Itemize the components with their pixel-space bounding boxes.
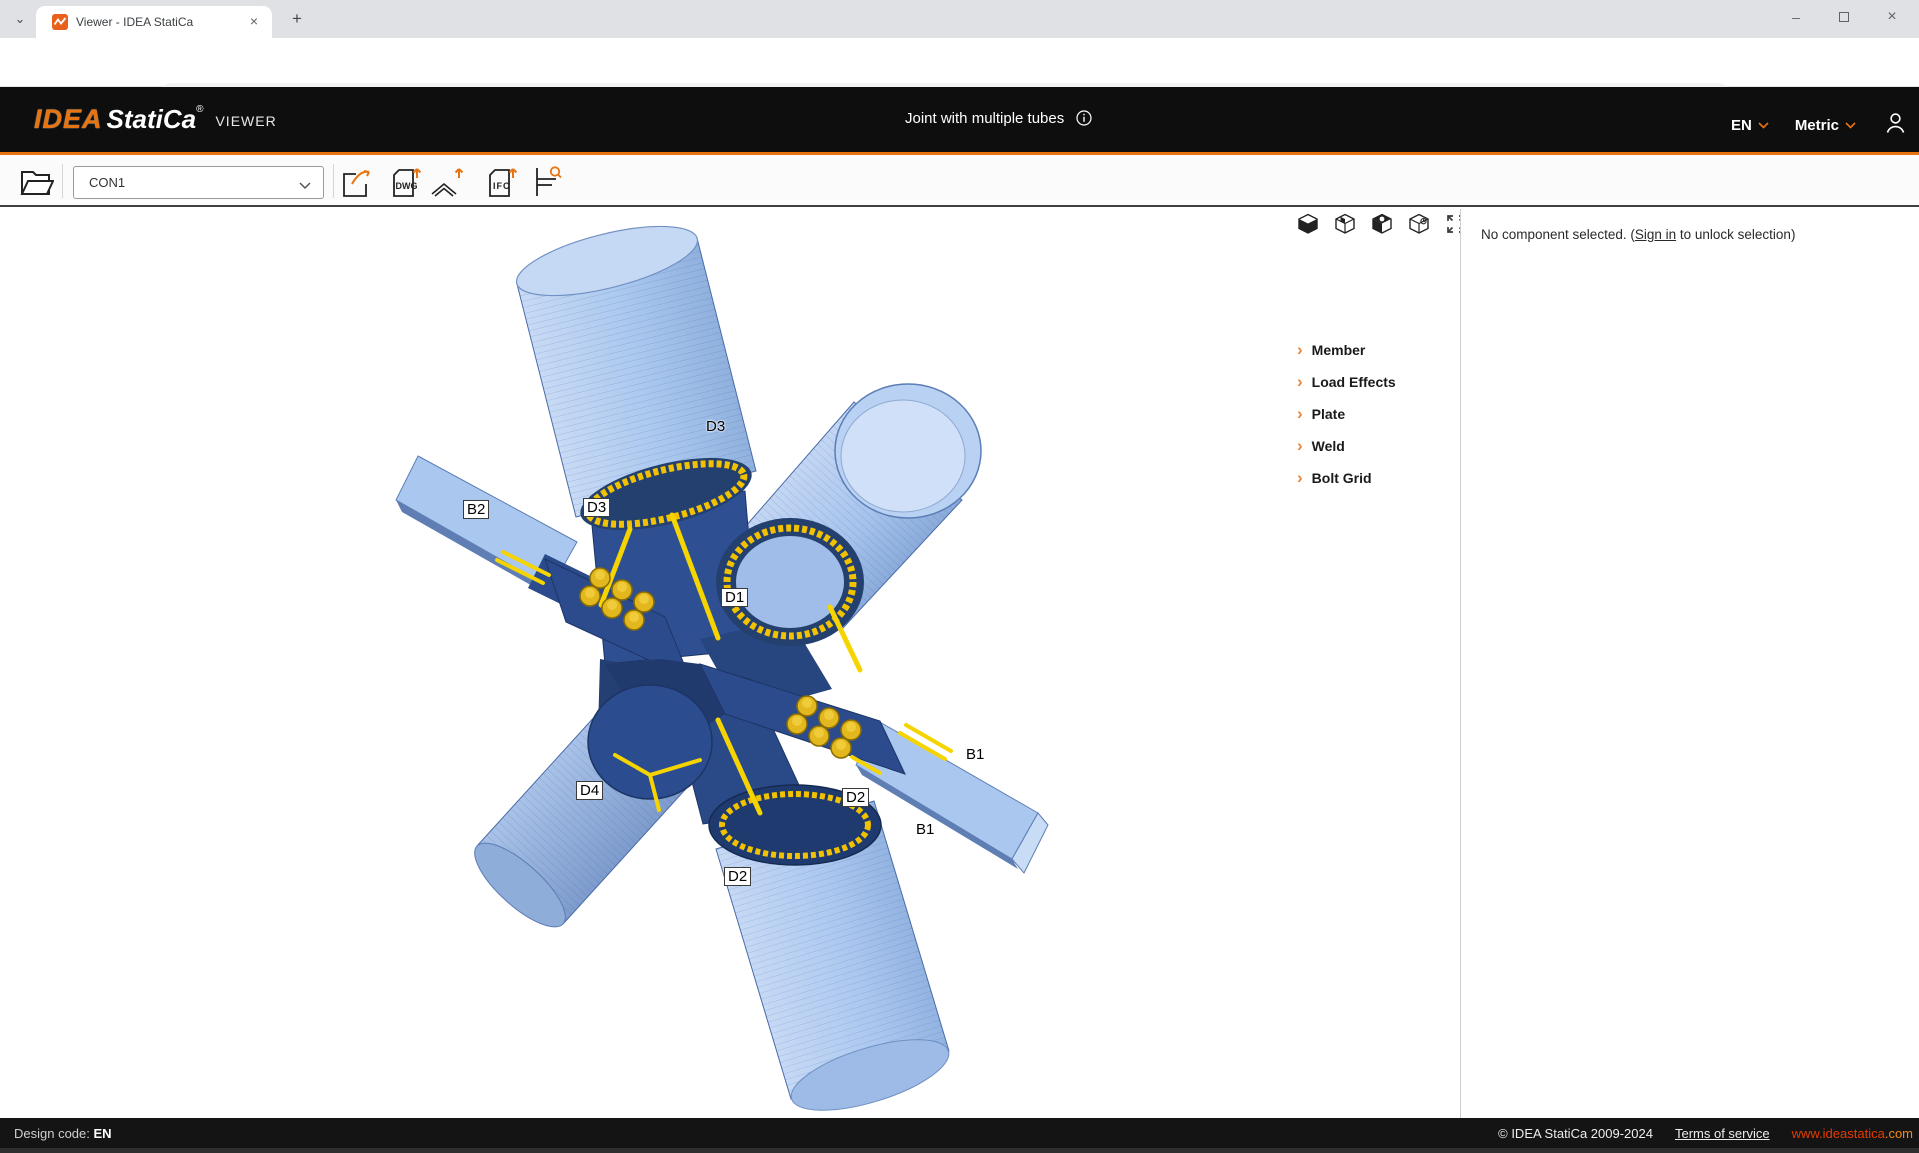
- model-label-d3: D3: [583, 498, 610, 517]
- chevron-right-icon: ›: [1297, 470, 1303, 486]
- copyright-text: © IDEA StatiCa 2009-2024: [1498, 1126, 1653, 1141]
- idea-statica-favicon: [52, 14, 68, 30]
- units-dropdown[interactable]: Metric: [1795, 117, 1856, 134]
- window-minimize-button[interactable]: –: [1773, 0, 1819, 36]
- website-main: www.ideastatica: [1792, 1126, 1885, 1141]
- view-cube-front-icon[interactable]: [1333, 212, 1357, 236]
- properties-panel: No component selected. (Sign in to unloc…: [1460, 209, 1919, 1118]
- export-ifc-icon[interactable]: IFC: [482, 166, 518, 198]
- idea-statica-logo[interactable]: IDEAStatiCa® VIEWER: [34, 104, 277, 134]
- app-header: IDEAStatiCa® VIEWER Joint with multiple t…: [0, 87, 1919, 152]
- model-label-b2: B2: [463, 500, 489, 519]
- window-close-button[interactable]: ×: [1869, 0, 1915, 36]
- toolbar-divider: [333, 164, 334, 198]
- section-item-bolt-grid[interactable]: › Bolt Grid: [1297, 462, 1447, 494]
- section-item-plate[interactable]: › Plate: [1297, 398, 1447, 430]
- open-project-folder-icon[interactable]: [20, 166, 54, 197]
- logo-idea: IDEA: [34, 104, 103, 134]
- terms-of-service-link[interactable]: Terms of service: [1675, 1126, 1770, 1141]
- model-label-d2: D2: [724, 867, 751, 886]
- model-label-d3: D3: [706, 418, 725, 435]
- chevron-down-icon: [1758, 122, 1769, 129]
- export-dwg-icon[interactable]: DWG: [386, 166, 422, 198]
- model-label-b1: B1: [966, 746, 984, 763]
- model-label-d2: D2: [842, 788, 869, 807]
- user-account-icon[interactable]: [1884, 111, 1907, 139]
- chevron-down-icon: [1845, 122, 1856, 129]
- model-label-b1: B1: [916, 821, 934, 838]
- ifc-label: IFC: [493, 181, 511, 191]
- design-code-value: EN: [94, 1126, 112, 1141]
- ideastatica-website-link[interactable]: www.ideastatica.com: [1792, 1126, 1913, 1141]
- model-3d-viewport[interactable]: D3 D3 B2 D1 B1 D4 D2 B1 D2: [0, 209, 1460, 1118]
- selection-status: No component selected. (Sign in to unloc…: [1481, 227, 1795, 242]
- model-label-d1: D1: [721, 588, 748, 607]
- toolbar-divider: [62, 164, 63, 198]
- window-maximize-button[interactable]: [1821, 0, 1867, 36]
- section-list: › Member › Load Effects › Plate › Weld › Bolt Gri…: [1297, 334, 1447, 494]
- status-text: to unlock selection): [1676, 227, 1795, 242]
- language-value: EN: [1731, 117, 1752, 134]
- project-title: Joint with multiple tubes: [905, 110, 1092, 130]
- logo-registered-mark: ®: [196, 104, 203, 115]
- section-item-member[interactable]: › Member: [1297, 334, 1447, 366]
- browser-tab[interactable]: Viewer - IDEA StatiCa ×: [36, 6, 272, 38]
- new-tab-button[interactable]: +: [286, 8, 308, 30]
- tab-close-icon[interactable]: ×: [246, 14, 262, 30]
- tab-title: Viewer - IDEA StatiCa: [76, 15, 246, 29]
- design-code: Design code: EN: [14, 1126, 112, 1141]
- app-toolbar: CON1 DWG IFC: [0, 155, 1919, 207]
- export-weld-icon[interactable]: [430, 166, 470, 198]
- section-label: Weld: [1312, 438, 1345, 454]
- browser-tab-strip: ⌄ Viewer - IDEA StatiCa × + – ×: [0, 0, 1919, 38]
- tab-search-button[interactable]: ⌄: [8, 8, 32, 32]
- section-item-weld[interactable]: › Weld: [1297, 430, 1447, 462]
- language-dropdown[interactable]: EN: [1731, 117, 1769, 134]
- section-label: Load Effects: [1312, 374, 1396, 390]
- logo-statica: StatiCa: [107, 104, 197, 134]
- info-icon[interactable]: [1076, 110, 1092, 130]
- app-footer: Design code: EN © IDEA StatiCa 2009-2024…: [0, 1118, 1919, 1153]
- project-title-text: Joint with multiple tubes: [905, 110, 1064, 127]
- browser-url-row: ← → ↻ ⌂ viewer.ideastatica.com/project/c…: [0, 38, 1919, 87]
- connection-select-value: CON1: [89, 175, 125, 190]
- section-item-load-effects[interactable]: › Load Effects: [1297, 366, 1447, 398]
- section-label: Plate: [1312, 406, 1345, 422]
- view-cube-top-icon[interactable]: [1370, 212, 1394, 236]
- units-value: Metric: [1795, 117, 1839, 134]
- dwg-label: DWG: [396, 181, 418, 191]
- chevron-down-icon: [299, 177, 311, 195]
- footer-links: © IDEA StatiCa 2009-2024 Terms of servic…: [1498, 1126, 1913, 1141]
- chevron-right-icon: ›: [1297, 406, 1303, 422]
- website-tld: .com: [1885, 1126, 1913, 1141]
- inspect-detail-icon[interactable]: [530, 166, 566, 198]
- logo-product-name: VIEWER: [215, 113, 276, 129]
- sign-in-link[interactable]: Sign in: [1635, 227, 1676, 242]
- status-text: No component selected. (: [1481, 227, 1635, 242]
- view-cube-side-icon[interactable]: [1407, 212, 1431, 236]
- connection-select[interactable]: CON1: [73, 166, 324, 199]
- chevron-right-icon: ›: [1297, 438, 1303, 454]
- joint-3d-model: [0, 209, 1460, 1118]
- model-label-d4: D4: [576, 781, 603, 800]
- chevron-right-icon: ›: [1297, 374, 1303, 390]
- header-right-controls: EN Metric: [1731, 111, 1907, 139]
- chevron-right-icon: ›: [1297, 342, 1303, 358]
- section-label: Bolt Grid: [1312, 470, 1372, 486]
- view-controls: [1296, 212, 1468, 236]
- section-label: Member: [1312, 342, 1366, 358]
- view-cube-iso-icon[interactable]: [1296, 212, 1320, 236]
- share-export-icon[interactable]: [340, 166, 374, 198]
- design-code-label: Design code:: [14, 1126, 94, 1141]
